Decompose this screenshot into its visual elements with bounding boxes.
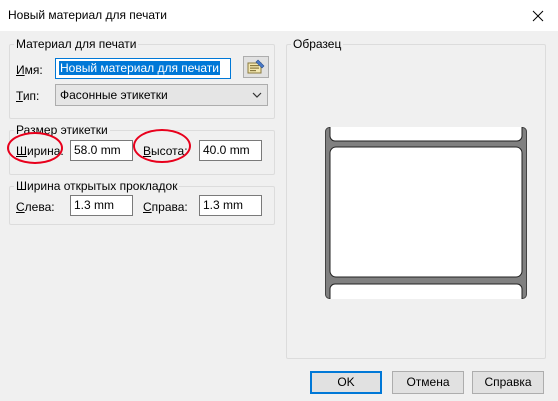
type-label-mnemonic: Т <box>16 89 23 103</box>
liner-left-label: Слева: <box>16 200 55 214</box>
label-height-value: 40.0 mm <box>203 143 250 157</box>
liner-left-input[interactable]: 1.3 mm <box>70 195 133 216</box>
type-label: Тип: <box>16 89 39 103</box>
annotation-circle-height <box>133 129 191 163</box>
name-label: Имя: <box>16 63 43 77</box>
material-type-dropdown[interactable]: Фасонные этикетки <box>55 84 268 106</box>
type-label-text: ип: <box>22 89 40 103</box>
name-label-text: мя: <box>24 63 43 77</box>
liner-right-value: 1.3 mm <box>203 198 244 212</box>
title-bar: Новый материал для печати <box>0 0 558 31</box>
browse-material-icon <box>247 59 265 74</box>
material-group-legend: Материал для печати <box>16 37 137 51</box>
chevron-down-icon <box>252 92 262 98</box>
liner-left-label-mnemonic: С <box>16 200 25 214</box>
label-width-value: 58.0 mm <box>74 143 121 157</box>
label-width-input[interactable]: 58.0 mm <box>70 140 133 161</box>
ok-button[interactable]: OK <box>310 371 382 394</box>
annotation-circle-width <box>7 132 63 164</box>
liner-left-label-text: лева: <box>24 200 55 214</box>
liner-left-value: 1.3 mm <box>74 198 115 212</box>
name-label-mnemonic: И <box>16 63 25 77</box>
liner-right-input[interactable]: 1.3 mm <box>199 195 262 216</box>
liner-right-label-mnemonic: С <box>143 200 152 214</box>
label-height-input[interactable]: 40.0 mm <box>199 140 262 161</box>
browse-button[interactable] <box>243 56 269 78</box>
material-name-value: Новый материал для печати <box>59 61 220 75</box>
label-preview <box>325 127 527 299</box>
material-type-value: Фасонные этикетки <box>60 88 168 102</box>
liner-right-label-text: права: <box>151 200 188 214</box>
window-title: Новый материал для печати <box>8 8 167 22</box>
cancel-button[interactable]: Отмена <box>392 371 464 394</box>
liner-right-label: Справа: <box>143 200 188 214</box>
dialog-body: Материал для печати Имя: Новый материал … <box>0 31 558 401</box>
help-button[interactable]: Справка <box>472 371 544 394</box>
preview-group-legend: Образец <box>293 37 342 51</box>
close-icon[interactable] <box>528 6 548 26</box>
material-name-input[interactable]: Новый материал для печати <box>55 58 231 79</box>
liner-group-legend: Ширина открытых прокладок <box>16 179 178 193</box>
